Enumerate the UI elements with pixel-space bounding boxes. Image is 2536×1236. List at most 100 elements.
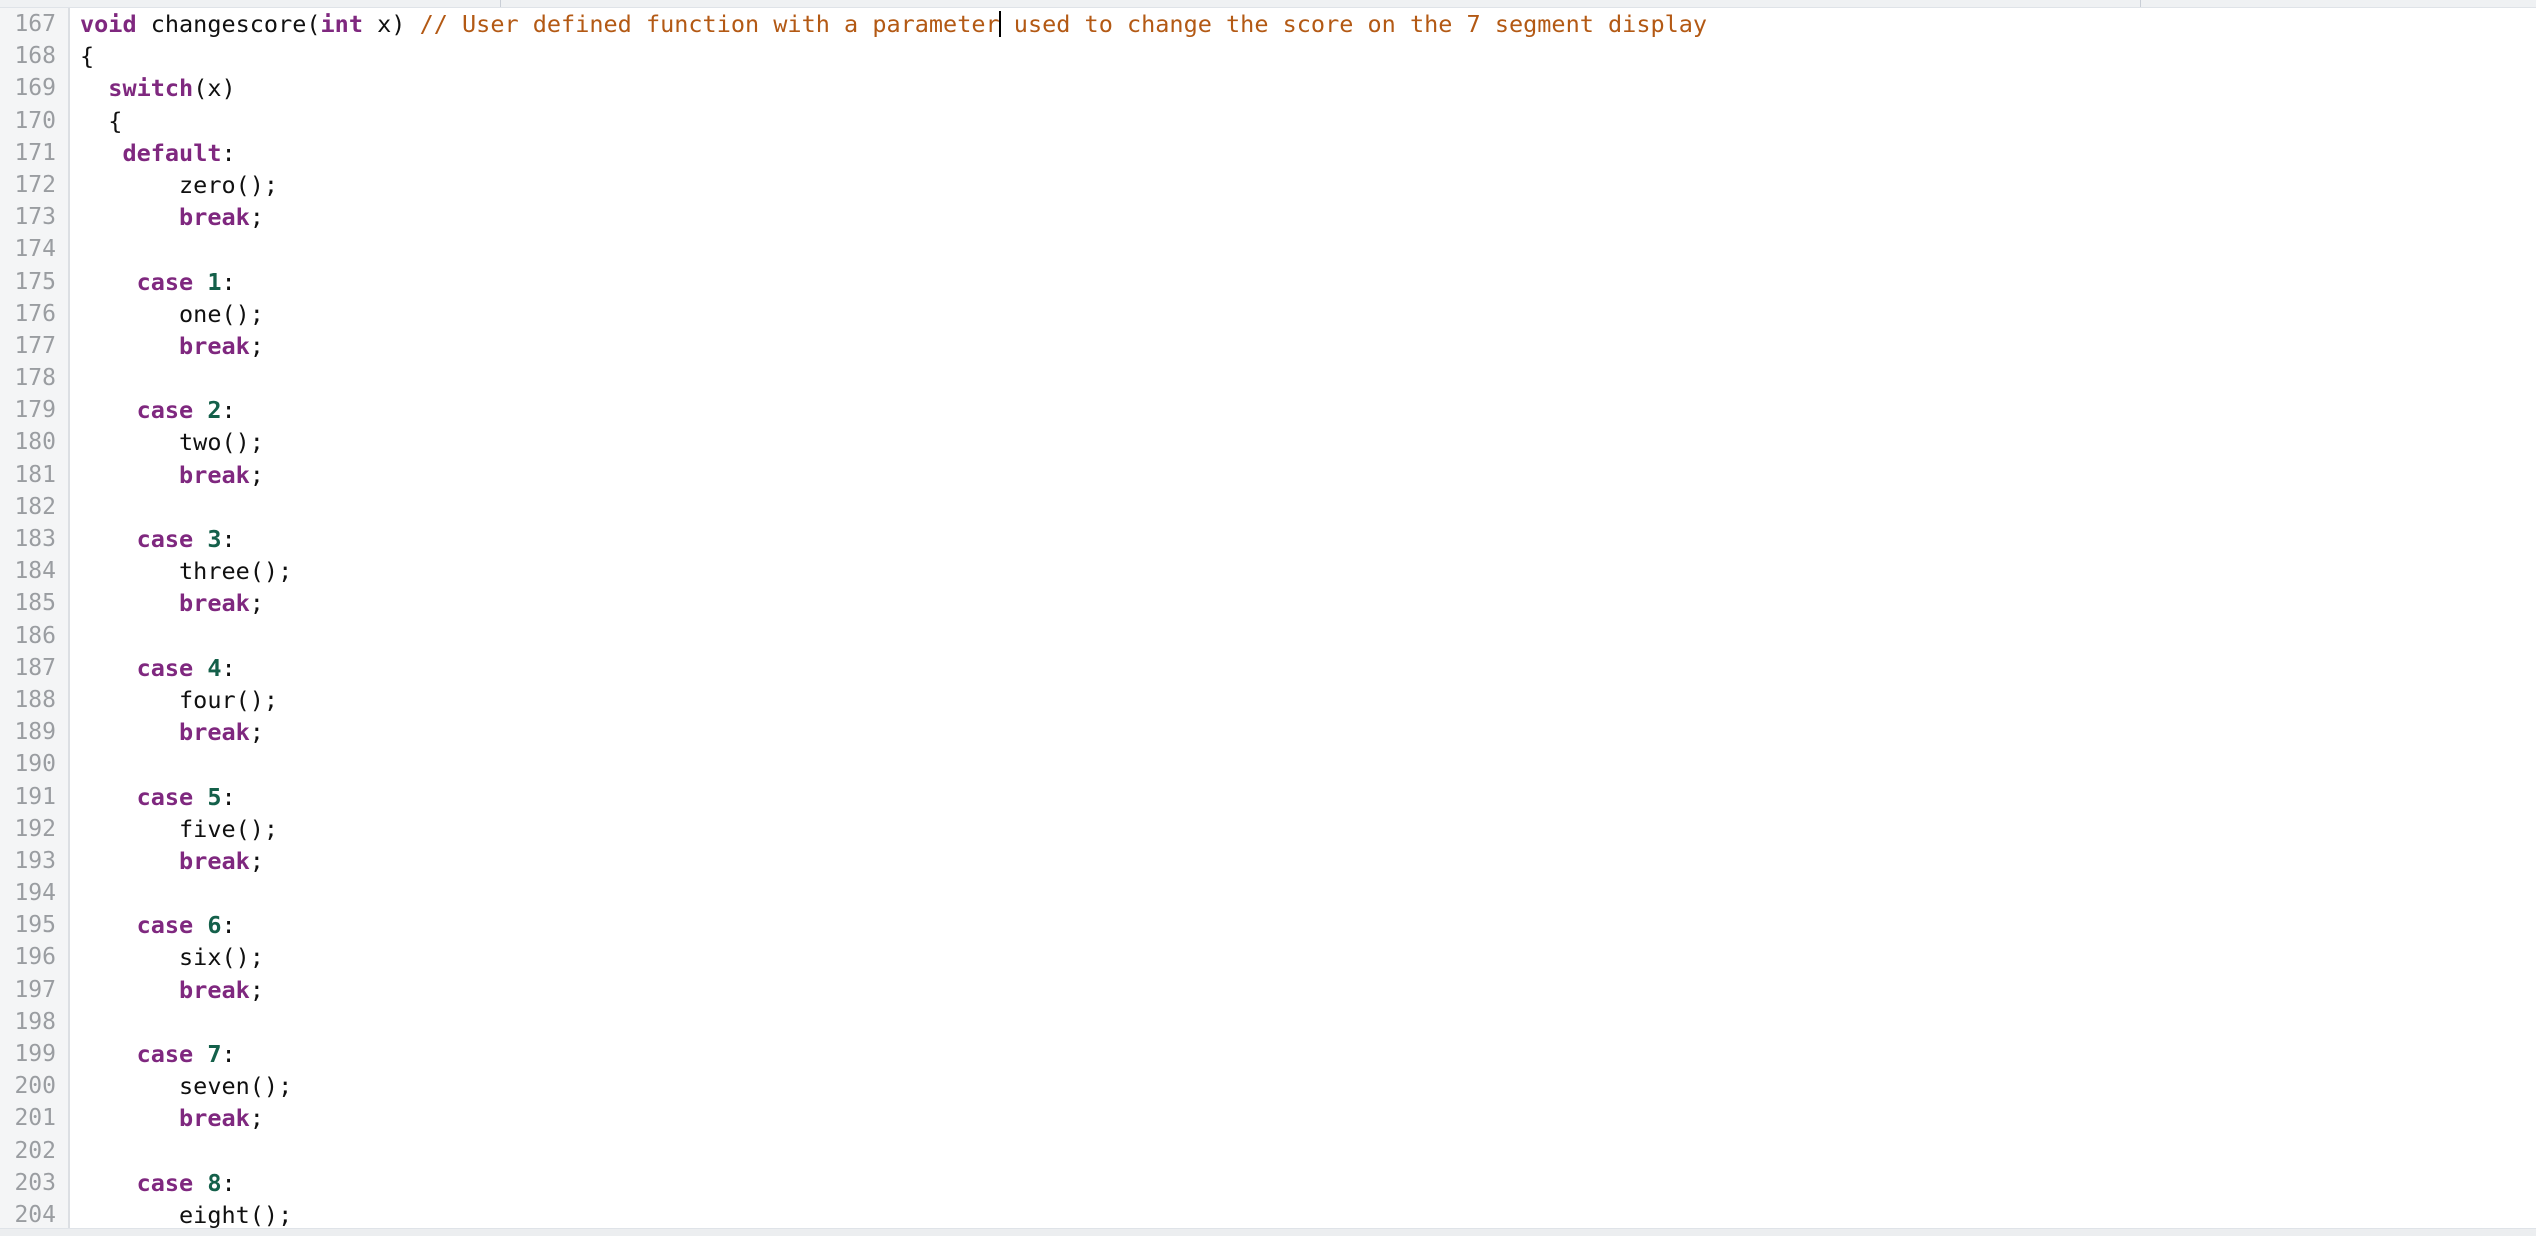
code-line[interactable]: 198 (0, 1006, 2536, 1038)
code-line-text[interactable]: four(); (80, 684, 278, 716)
code-line-text[interactable]: case 3: (80, 523, 236, 555)
code-line-text[interactable]: break; (80, 845, 264, 877)
code-line[interactable]: 201 break; (0, 1102, 2536, 1134)
code-line[interactable]: 179 case 2: (0, 394, 2536, 426)
code-line-text[interactable]: case 8: (80, 1167, 236, 1199)
code-line[interactable]: 184 three(); (0, 555, 2536, 587)
code-line-text[interactable]: case 1: (80, 266, 236, 298)
token-pln (80, 911, 137, 939)
code-line[interactable]: 181 break; (0, 459, 2536, 491)
token-pln: four (80, 685, 236, 714)
code-line[interactable]: 194 (0, 877, 2536, 909)
token-punc: ; (249, 975, 264, 1004)
code-line-text[interactable]: case 6: (80, 909, 236, 941)
code-line-text[interactable]: { (80, 40, 94, 72)
code-line-text[interactable]: break; (80, 974, 264, 1006)
code-line[interactable]: 180 two(); (0, 426, 2536, 458)
code-line[interactable]: 189 break; (0, 716, 2536, 748)
code-line-text[interactable]: switch(x) (80, 72, 236, 104)
editor-tab-strip[interactable] (0, 0, 2536, 8)
line-number: 179 (14, 397, 56, 424)
code-line-text[interactable]: seven(); (80, 1070, 292, 1102)
code-line-text[interactable]: two(); (80, 426, 264, 458)
code-line[interactable]: 176 one(); (0, 298, 2536, 330)
line-number: 195 (14, 912, 56, 939)
token-kw: default (122, 138, 222, 167)
code-line-text[interactable]: void changescore(int x) // User defined … (80, 8, 1707, 40)
code-line[interactable]: 187 case 4: (0, 652, 2536, 684)
code-line-text[interactable]: break; (80, 716, 264, 748)
token-kw: break (179, 331, 250, 360)
code-line[interactable]: 196 six(); (0, 941, 2536, 973)
line-number: 190 (14, 751, 56, 778)
token-pln (80, 332, 179, 360)
token-punc: (); (249, 1200, 293, 1229)
token-pln (193, 1169, 207, 1197)
token-punc: (x) (193, 74, 236, 103)
code-line-text[interactable]: six(); (80, 941, 264, 973)
code-line-text[interactable]: break; (80, 459, 264, 491)
token-punc: (); (221, 428, 264, 457)
code-line-text[interactable]: five(); (80, 813, 278, 845)
code-line-text[interactable]: break; (80, 1102, 264, 1134)
code-line[interactable]: 199 case 7: (0, 1038, 2536, 1070)
code-line[interactable]: 171 default: (0, 137, 2536, 169)
tab-divider (500, 0, 501, 7)
code-line[interactable]: 172 zero(); (0, 169, 2536, 201)
code-line-text[interactable]: one(); (80, 298, 264, 330)
code-line-text[interactable]: break; (80, 201, 264, 233)
code-line-list[interactable]: 167 void changescore(int x) // User defin… (0, 8, 2536, 1230)
code-line-text[interactable]: zero(); (80, 169, 278, 201)
code-line[interactable]: 200 seven(); (0, 1070, 2536, 1102)
code-line-text[interactable]: { (80, 105, 122, 137)
code-line-text[interactable]: break; (80, 587, 264, 619)
line-number: 201 (14, 1105, 56, 1132)
code-line-text[interactable]: case 5: (80, 781, 236, 813)
token-punc: ; (249, 846, 264, 875)
code-line[interactable]: 202 (0, 1135, 2536, 1167)
code-line[interactable]: 178 (0, 362, 2536, 394)
code-line[interactable]: 190 (0, 748, 2536, 780)
code-line-text[interactable]: case 7: (80, 1038, 236, 1070)
code-line[interactable]: 175 case 1: (0, 266, 2536, 298)
code-line-text[interactable]: case 2: (80, 394, 236, 426)
token-punc: ; (249, 589, 264, 618)
token-pln (80, 847, 179, 875)
code-line[interactable]: 192 five(); (0, 813, 2536, 845)
line-number: 172 (14, 171, 56, 198)
code-line-text[interactable]: break; (80, 330, 264, 362)
code-line[interactable]: 197 break; (0, 974, 2536, 1006)
token-punc: (); (235, 814, 279, 843)
token-pln (80, 525, 137, 553)
token-punc: (); (249, 557, 293, 586)
code-line-text[interactable]: eight(); (80, 1199, 292, 1230)
code-line[interactable]: 191 case 5: (0, 781, 2536, 813)
code-line[interactable]: 204 eight(); (0, 1199, 2536, 1230)
code-line[interactable]: 193 break; (0, 845, 2536, 877)
token-pln: seven (80, 1072, 250, 1101)
code-line[interactable]: 173 break; (0, 201, 2536, 233)
token-pln: eight (80, 1200, 250, 1229)
code-line[interactable]: 188 four(); (0, 684, 2536, 716)
code-line[interactable]: 183 case 3: (0, 523, 2536, 555)
code-line[interactable]: 169 switch(x) (0, 72, 2536, 104)
code-line-text[interactable]: three(); (80, 555, 292, 587)
code-line-text[interactable]: default: (80, 137, 235, 169)
code-line[interactable]: 203 case 8: (0, 1167, 2536, 1199)
line-number: 202 (14, 1137, 56, 1164)
code-line[interactable]: 170 { (0, 105, 2536, 137)
code-editor-pane[interactable]: 167 void changescore(int x) // User defin… (0, 8, 2536, 1230)
token-pln (80, 461, 179, 489)
code-line[interactable]: 174 (0, 233, 2536, 265)
line-number: 186 (14, 622, 56, 649)
code-line[interactable]: 185 break; (0, 587, 2536, 619)
code-line[interactable]: 167 void changescore(int x) // User defin… (0, 8, 2536, 40)
code-line[interactable]: 168 { (0, 40, 2536, 72)
code-line[interactable]: 195 case 6: (0, 909, 2536, 941)
code-line-text[interactable]: case 4: (80, 652, 236, 684)
code-line[interactable]: 182 (0, 491, 2536, 523)
code-line[interactable]: 186 (0, 620, 2536, 652)
token-punc: { (80, 42, 95, 71)
line-number: 204 (14, 1201, 56, 1228)
code-line[interactable]: 177 break; (0, 330, 2536, 362)
